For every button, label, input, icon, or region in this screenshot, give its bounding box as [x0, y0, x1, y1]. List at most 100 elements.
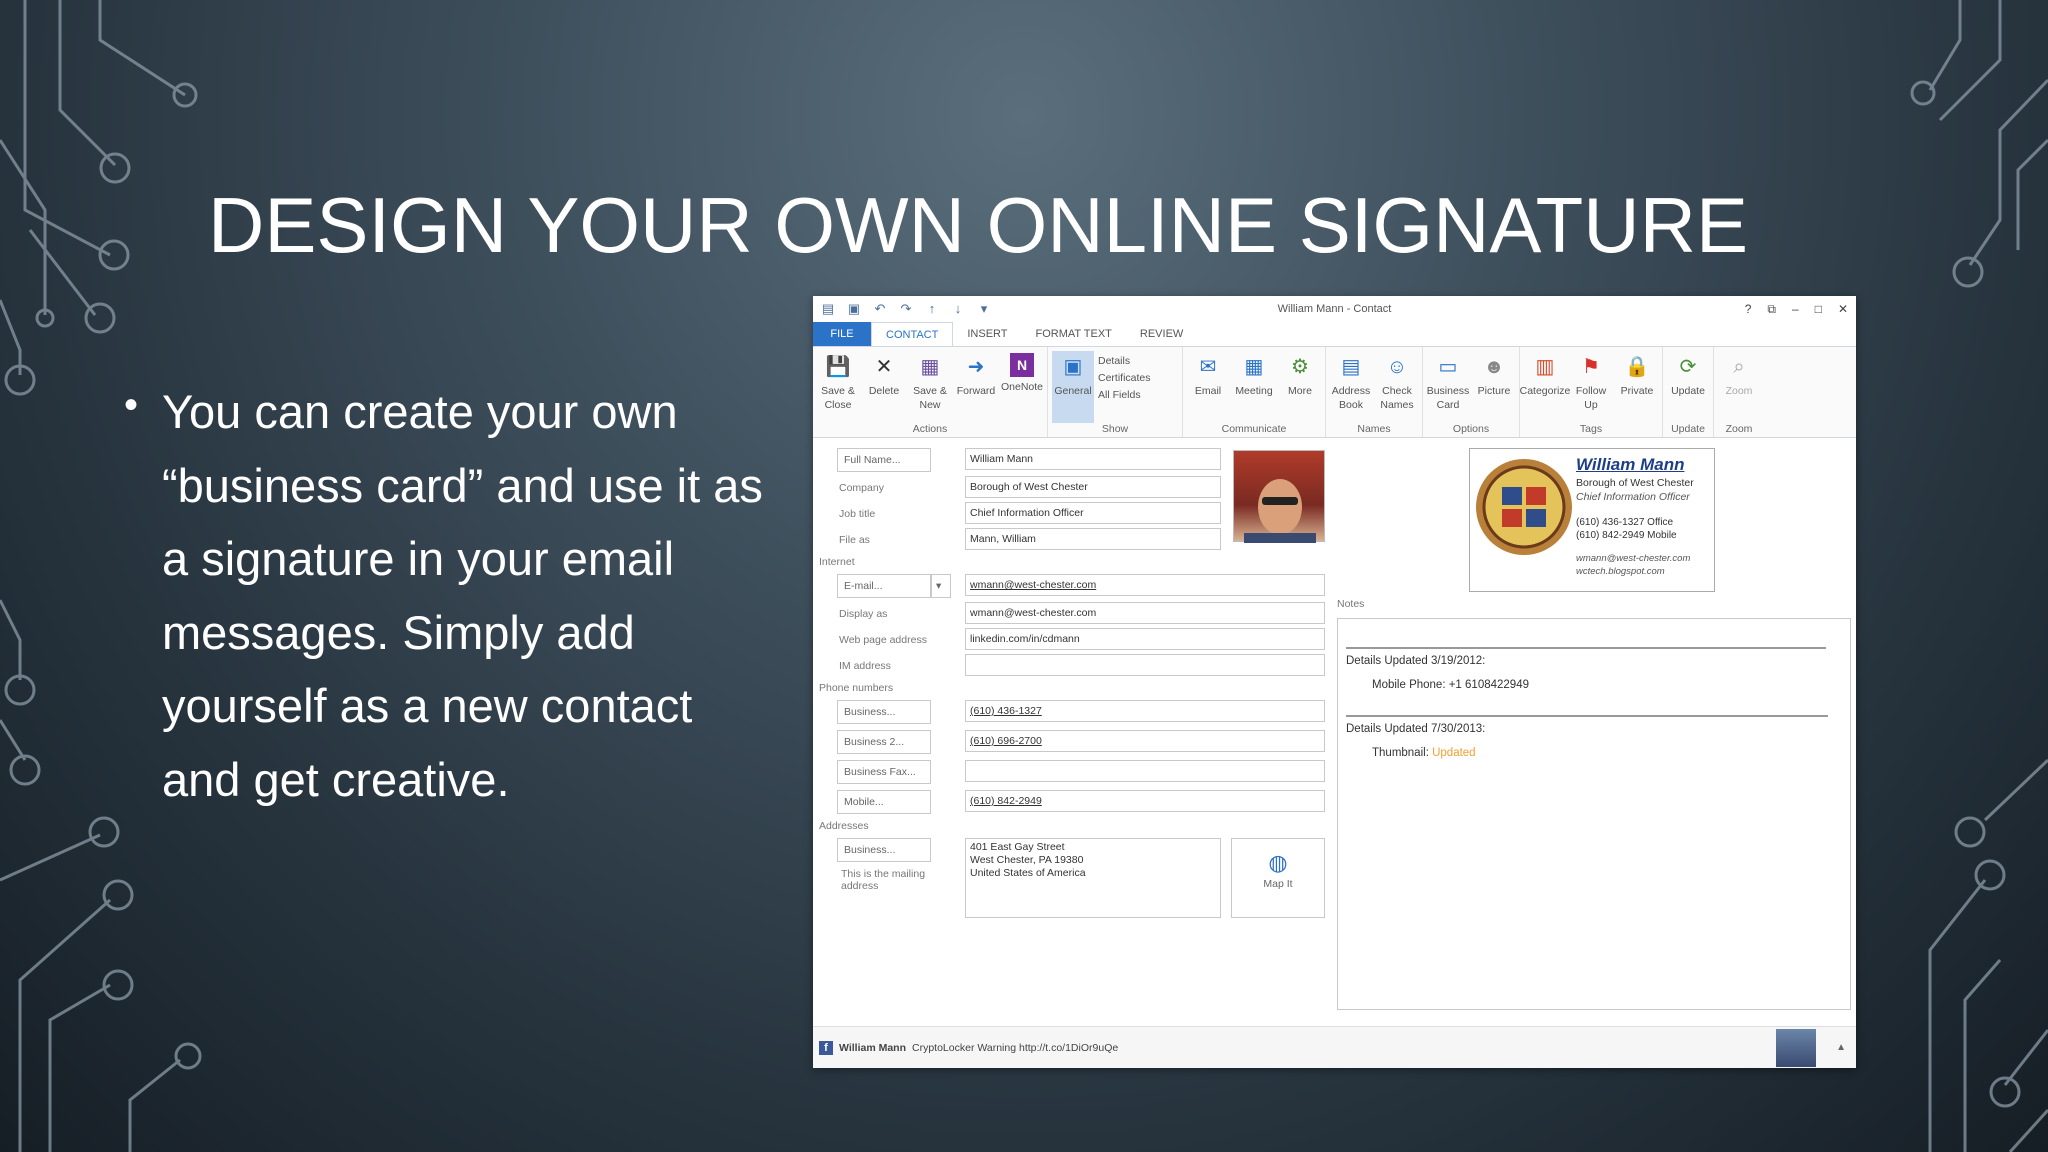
group-label-zoom: Zoom [1725, 423, 1753, 435]
address-book-icon: ▤ [1341, 356, 1361, 378]
private-button[interactable]: 🔒 Private [1616, 351, 1658, 423]
card-phone-office: (610) 436-1327 Office [1576, 517, 1674, 528]
facebook-icon: f [819, 1040, 833, 1055]
picture-button[interactable]: ☻ Picture [1473, 351, 1515, 423]
im-address-label: IM address [839, 660, 891, 672]
notes-label: Notes [1337, 598, 1365, 610]
card-name: William Mann [1576, 455, 1685, 474]
slide-title: DESIGN YOUR OWN ONLINE SIGNATURE [208, 181, 1748, 269]
email-dropdown-button[interactable]: ▾ [931, 574, 951, 598]
group-label-tags: Tags [1579, 423, 1603, 435]
ribbon-tabs: FILE CONTACT INSERT FORMAT TEXT REVIEW [813, 322, 1856, 346]
save-close-button[interactable]: 💾 Save & Close [817, 351, 859, 423]
window-title: William Mann - Contact [1277, 303, 1392, 315]
notes-heading: Details Updated 7/30/2013: [1346, 723, 1486, 735]
address-book-button[interactable]: ▤ Address Book [1330, 351, 1372, 423]
tab-contact[interactable]: CONTACT [871, 322, 954, 346]
magnifier-icon: ⌕ [1733, 356, 1745, 378]
flag-icon: ⚑ [1582, 356, 1600, 378]
update-icon: ⟳ [1679, 356, 1697, 378]
onenote-button[interactable]: N OneNote [1001, 351, 1043, 423]
delete-button[interactable]: ✕ Delete [863, 351, 905, 423]
address-type-button[interactable]: Business... [837, 838, 931, 862]
zoom-button[interactable]: ⌕ Zoom [1718, 351, 1760, 423]
phone-field[interactable]: (610) 842-2949 [965, 790, 1325, 812]
group-label-names: Names [1357, 423, 1391, 435]
details-button[interactable]: Details [1098, 355, 1178, 367]
card-phone-mobile: (610) 842-2949 Mobile [1576, 530, 1677, 541]
all-fields-button[interactable]: All Fields [1098, 389, 1178, 401]
meeting-button[interactable]: ▦ Meeting [1233, 351, 1275, 423]
tab-format-text[interactable]: FORMAT TEXT [1022, 322, 1126, 346]
certificates-button[interactable]: Certificates [1098, 372, 1178, 384]
status-avatar[interactable] [1776, 1028, 1817, 1067]
categorize-button[interactable]: ▥ Categorize [1520, 351, 1571, 423]
check-names-button[interactable]: ☺ Check Names [1376, 351, 1418, 423]
status-name: William Mann [839, 1041, 906, 1054]
follow-up-button[interactable]: ⚑ Follow Up [1570, 351, 1612, 423]
update-button[interactable]: ⟳ Update [1667, 351, 1709, 423]
meeting-icon: ▦ [1244, 356, 1264, 378]
notes-line: Mobile Phone: +1 6108422949 [1372, 679, 1529, 691]
address-field[interactable]: 401 East Gay Street West Chester, PA 193… [965, 838, 1221, 918]
notes-area[interactable]: Details Updated 3/19/2012: Mobile Phone:… [1337, 618, 1851, 1010]
email-button[interactable]: ✉ Email [1187, 351, 1229, 423]
display-as-field[interactable]: wmann@west-chester.com [965, 602, 1325, 624]
phone-type-button[interactable]: Business... [837, 700, 931, 724]
group-label-communicate: Communicate [1221, 423, 1287, 435]
job-title-field[interactable]: Chief Information Officer [965, 502, 1221, 524]
im-address-field[interactable] [965, 654, 1325, 676]
internet-section-label: Internet [819, 556, 855, 568]
group-actions: 💾 Save & Close ✕ Delete ▦ Save & New ➜ Forwa… [813, 347, 1048, 437]
addresses-section-label: Addresses [819, 820, 869, 832]
group-label-show: Show [1101, 423, 1129, 435]
phone-field[interactable] [965, 760, 1325, 782]
phone-type-button[interactable]: Mobile... [837, 790, 931, 814]
window-titlebar: ▤ ▣ ↶ ↷ ↑ ↓ ▾ William Mann - Contact ? ⧉… [813, 296, 1856, 322]
group-tags: ▥ Categorize ⚑ Follow Up 🔒 Private Tags [1520, 347, 1663, 437]
more-icon: ⚙ [1291, 356, 1309, 378]
phone-type-button[interactable]: Business Fax... [837, 760, 931, 784]
tab-review[interactable]: REVIEW [1126, 322, 1197, 346]
group-communicate: ✉ Email ▦ Meeting ⚙ More Communicate [1183, 347, 1326, 437]
map-it-button[interactable]: ◍ Map It [1231, 838, 1325, 918]
forward-button[interactable]: ➜ Forward [955, 351, 997, 423]
tab-file[interactable]: FILE [813, 322, 871, 346]
lock-icon: 🔒 [1624, 356, 1650, 378]
phone-field[interactable]: (610) 436-1327 [965, 700, 1325, 722]
display-as-label: Display as [839, 608, 888, 620]
group-names: ▤ Address Book ☺ Check Names Names [1326, 347, 1423, 437]
file-as-select[interactable]: Mann, William [965, 528, 1221, 550]
save-new-icon: ▦ [920, 356, 940, 378]
full-name-field[interactable]: William Mann [965, 448, 1221, 470]
tab-insert[interactable]: INSERT [953, 322, 1021, 346]
check-names-icon: ☺ [1386, 356, 1408, 378]
job-title-label: Job title [839, 508, 876, 520]
ribbon: 💾 Save & Close ✕ Delete ▦ Save & New ➜ Forwa… [813, 346, 1856, 438]
bullet-text: You can create your own “business card” … [162, 385, 763, 806]
save-new-button[interactable]: ▦ Save & New [909, 351, 951, 423]
onenote-icon: N [1010, 353, 1034, 377]
updated-text: Updated [1432, 747, 1476, 759]
general-button[interactable]: ▣ General [1052, 351, 1094, 423]
bullet-item: • You can create your own “business card… [124, 375, 764, 816]
more-button[interactable]: ⚙ More [1279, 351, 1321, 423]
web-page-field[interactable]: linkedin.com/in/cdmann [965, 628, 1325, 650]
email-field[interactable]: wmann@west-chester.com [965, 574, 1325, 596]
business-card-button[interactable]: ▭ Business Card [1427, 351, 1470, 423]
avatar [1244, 479, 1316, 543]
bullet-dot: • [124, 383, 139, 427]
group-label-update: Update [1671, 423, 1705, 435]
company-field[interactable]: Borough of West Chester [965, 476, 1221, 498]
phone-field[interactable]: (610) 696-2700 [965, 730, 1325, 752]
full-name-button[interactable]: Full Name... [837, 448, 931, 472]
business-card-preview[interactable]: William Mann Borough of West Chester Chi… [1469, 448, 1715, 592]
contact-photo[interactable] [1233, 450, 1325, 543]
group-options: ▭ Business Card ☻ Picture Options [1423, 347, 1520, 437]
mailing-address-checkbox[interactable]: This is the mailing address [841, 868, 951, 892]
email-type-button[interactable]: E-mail... [837, 574, 931, 598]
group-update: ⟳ Update Update [1663, 347, 1714, 437]
chevron-up-icon[interactable]: ▲ [1836, 1042, 1846, 1053]
phone-type-button[interactable]: Business 2... [837, 730, 931, 754]
web-page-label: Web page address [839, 634, 927, 646]
